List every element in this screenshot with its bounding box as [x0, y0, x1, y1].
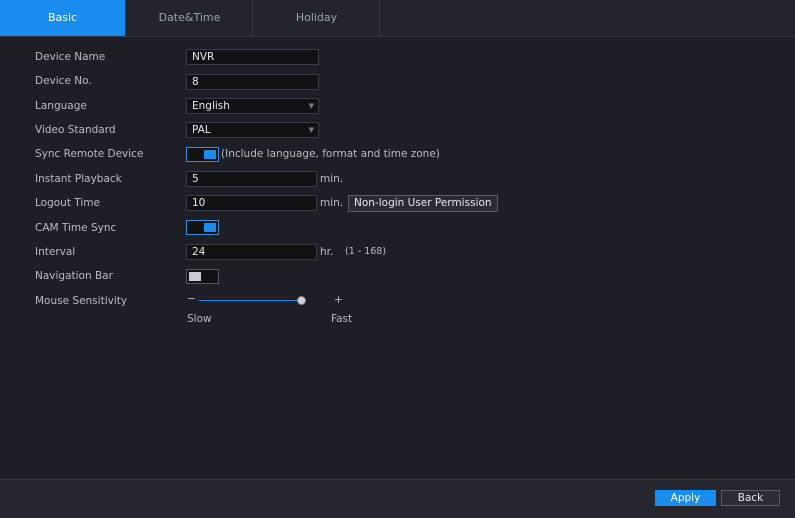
tab-date-time[interactable]: Date&Time	[127, 0, 253, 36]
logout-time-input[interactable]: 10	[186, 195, 317, 211]
non-login-permission-button[interactable]: Non-login User Permission	[348, 195, 498, 212]
language-label: Language	[35, 100, 87, 112]
chevron-down-icon: ▼	[308, 102, 314, 110]
interval-label: Interval	[35, 246, 76, 258]
fast-label: Fast	[331, 313, 353, 325]
interval-input[interactable]: 24	[186, 244, 317, 260]
sensitivity-slider-handle[interactable]	[297, 296, 306, 305]
logout-time-unit: min.	[320, 197, 344, 209]
cam-time-sync-toggle[interactable]	[186, 220, 219, 235]
toggle-knob	[189, 272, 201, 281]
toggle-knob	[204, 223, 216, 232]
toggle-knob	[204, 150, 216, 159]
language-value: English	[192, 100, 230, 112]
device-name-input[interactable]: NVR	[186, 49, 319, 65]
cam-time-sync-label: CAM Time Sync	[35, 222, 117, 234]
settings-panel	[0, 37, 795, 479]
increase-icon[interactable]: +	[334, 294, 343, 306]
sync-remote-label: Sync Remote Device	[35, 148, 144, 160]
sensitivity-slider-track[interactable]	[199, 300, 299, 301]
apply-button[interactable]: Apply	[655, 490, 716, 506]
navigation-bar-label: Navigation Bar	[35, 270, 113, 282]
back-button[interactable]: Back	[721, 490, 780, 506]
sync-remote-note: (Include language, format and time zone)	[221, 148, 440, 160]
device-no-input[interactable]: 8	[186, 74, 319, 90]
navigation-bar-toggle[interactable]	[186, 269, 219, 284]
video-standard-label: Video Standard	[35, 124, 116, 136]
logout-time-label: Logout Time	[35, 197, 100, 209]
tab-bar: Basic Date&Time Holiday	[0, 0, 795, 37]
device-no-label: Device No.	[35, 75, 92, 87]
device-name-label: Device Name	[35, 51, 106, 63]
mouse-sensitivity-label: Mouse Sensitivity	[35, 295, 128, 307]
slow-label: Slow	[187, 313, 212, 325]
chevron-down-icon: ▼	[308, 126, 314, 134]
sync-remote-toggle[interactable]	[186, 147, 219, 162]
tab-holiday[interactable]: Holiday	[254, 0, 380, 36]
interval-range: (1 - 168)	[345, 246, 387, 257]
language-select[interactable]: English ▼	[186, 98, 319, 114]
video-standard-value: PAL	[192, 124, 211, 136]
video-standard-select[interactable]: PAL ▼	[186, 122, 319, 138]
tab-basic[interactable]: Basic	[0, 0, 126, 36]
interval-unit: hr.	[320, 246, 334, 258]
decrease-icon[interactable]: −	[187, 293, 196, 305]
instant-playback-input[interactable]: 5	[186, 171, 317, 187]
instant-playback-unit: min.	[320, 173, 344, 185]
instant-playback-label: Instant Playback	[35, 173, 122, 185]
